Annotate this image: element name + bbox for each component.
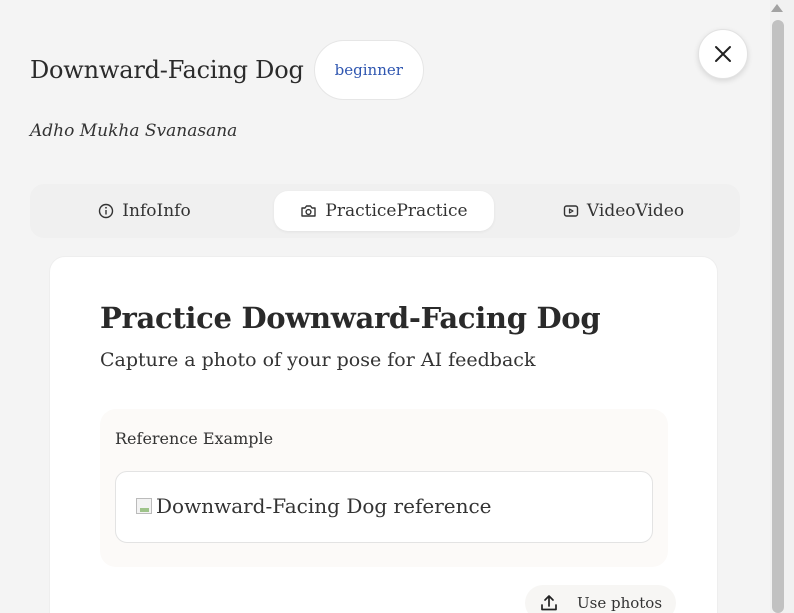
sanskrit-name: Adho Mukha Svanasana bbox=[30, 121, 238, 141]
practice-card: Practice Downward-Facing Dog Capture a p… bbox=[49, 256, 718, 613]
tab-video[interactable]: VideoVideo bbox=[556, 191, 691, 231]
reference-image-alt: Downward-Facing Dog reference bbox=[136, 494, 492, 518]
close-button[interactable] bbox=[698, 29, 748, 79]
reference-alt-text: Downward-Facing Dog reference bbox=[156, 494, 492, 518]
camera-icon bbox=[301, 205, 317, 217]
reference-section: Reference Example Downward-Facing Dog re… bbox=[100, 409, 668, 567]
scrollbar-thumb[interactable] bbox=[772, 20, 784, 613]
close-icon bbox=[715, 46, 731, 62]
level-badge: beginner bbox=[313, 40, 424, 100]
use-photos-button[interactable]: Use photos bbox=[525, 585, 677, 613]
info-icon bbox=[99, 203, 114, 219]
pose-title: Downward-Facing Dog bbox=[30, 56, 304, 84]
scroll-up-arrow-icon[interactable] bbox=[771, 4, 783, 12]
use-photos-label: Use photos bbox=[577, 594, 663, 612]
pose-header: Downward-Facing Dog beginner bbox=[30, 40, 424, 100]
practice-subtitle: Capture a photo of your pose for AI feed… bbox=[100, 349, 536, 371]
tab-practice[interactable]: PracticePractice bbox=[274, 191, 494, 231]
pose-modal: Downward-Facing Dog beginner Adho Mukha … bbox=[0, 0, 770, 613]
tab-video-label: VideoVideo bbox=[586, 201, 685, 221]
tab-bar: InfoInfo PracticePractice VideoVideo bbox=[30, 184, 740, 238]
reference-image: Downward-Facing Dog reference bbox=[115, 471, 653, 543]
upload-icon bbox=[541, 595, 557, 611]
tab-info-label: InfoInfo bbox=[122, 201, 191, 221]
reference-label: Reference Example bbox=[115, 429, 274, 448]
broken-image-icon bbox=[136, 498, 152, 514]
tab-practice-label: PracticePractice bbox=[325, 201, 468, 221]
video-icon bbox=[563, 205, 579, 217]
tab-info[interactable]: InfoInfo bbox=[82, 191, 207, 231]
practice-title: Practice Downward-Facing Dog bbox=[100, 301, 601, 335]
